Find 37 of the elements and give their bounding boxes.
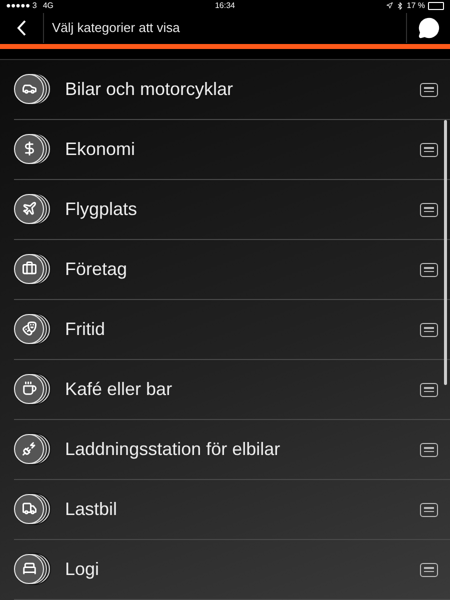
- charging-plug-icon: [14, 432, 48, 466]
- battery-percent: 17 %: [406, 1, 425, 10]
- drag-handle-icon[interactable]: [420, 382, 438, 396]
- coffee-cup-icon: [14, 372, 48, 406]
- drag-handle-icon[interactable]: [420, 202, 438, 216]
- category-label[interactable]: Flygplats: [65, 199, 420, 220]
- airplane-icon: [14, 192, 48, 226]
- category-label[interactable]: Bilar och motorcyklar: [65, 79, 420, 100]
- briefcase-icon: [14, 252, 48, 286]
- dollar-icon: [14, 132, 48, 166]
- bed-icon: [14, 552, 48, 586]
- category-label[interactable]: Laddningsstation för elbilar: [65, 439, 420, 460]
- clock-time: 16:34: [214, 1, 236, 10]
- category-label[interactable]: Fritid: [65, 319, 420, 340]
- drag-handle-icon[interactable]: [420, 562, 438, 576]
- category-label[interactable]: Företag: [65, 259, 420, 280]
- drag-handle-icon[interactable]: [420, 502, 438, 516]
- bluetooth-icon: [396, 2, 404, 10]
- drag-handle-icon[interactable]: [420, 142, 438, 156]
- drag-handle-icon[interactable]: [420, 82, 438, 96]
- drag-handle-icon[interactable]: [420, 322, 438, 336]
- network-type: 4G: [42, 1, 54, 10]
- theater-masks-icon: [14, 312, 48, 346]
- signal-carrier: ●●●●● 3: [6, 1, 37, 10]
- location-icon: [386, 2, 393, 10]
- truck-icon: [14, 492, 48, 526]
- drag-handle-icon[interactable]: [420, 442, 438, 456]
- category-label[interactable]: Kafé eller bar: [65, 379, 420, 400]
- speech-bubble-icon: [418, 16, 440, 39]
- car-icon: [14, 72, 48, 106]
- battery-icon: [428, 2, 444, 10]
- back-chevron-icon: [17, 20, 26, 36]
- screen-title: Välj kategorier att visa: [51, 20, 181, 36]
- category-label[interactable]: Ekonomi: [65, 139, 420, 160]
- category-label[interactable]: Lastbil: [65, 499, 420, 520]
- category-label[interactable]: Logi: [65, 559, 420, 580]
- drag-handle-icon[interactable]: [420, 262, 438, 276]
